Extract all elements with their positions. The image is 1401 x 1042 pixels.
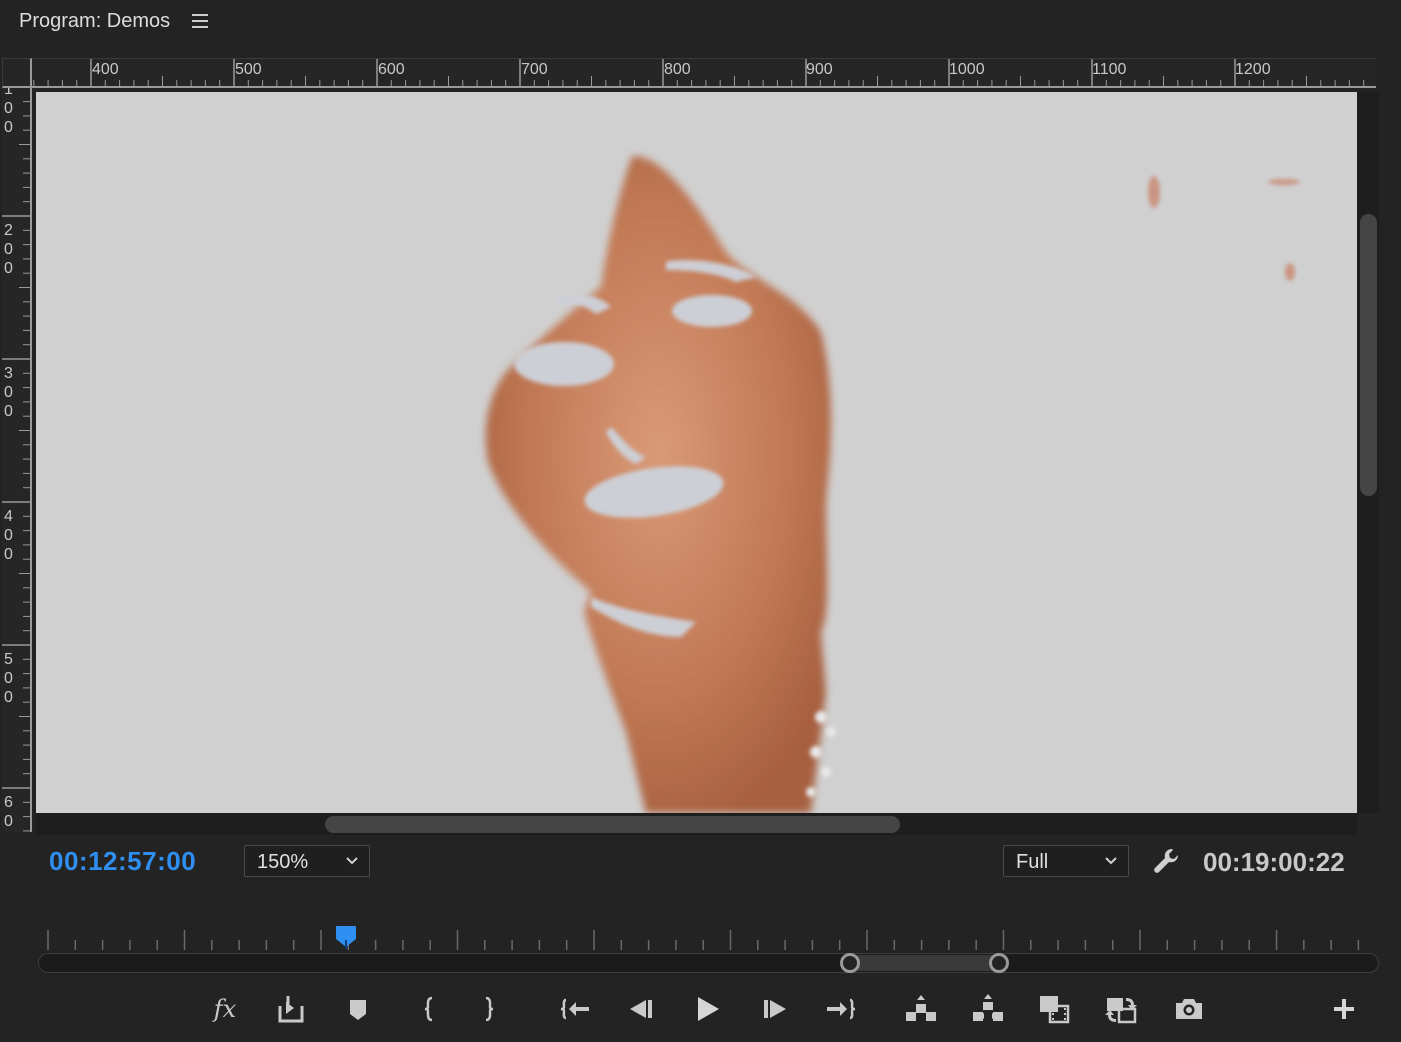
timeline-zoom-range[interactable] — [848, 955, 1000, 971]
ruler-label: 700 — [521, 61, 548, 78]
horizontal-ruler: 400 500 600 700 800 900 1000 1100 1200 — [32, 58, 1376, 88]
play-button[interactable] — [688, 990, 726, 1028]
step-back-icon — [630, 1000, 652, 1018]
ruler-corner — [2, 58, 32, 88]
horizontal-scrollbar-thumb[interactable] — [325, 816, 900, 833]
zoom-handle-right[interactable] — [989, 953, 1009, 973]
go-to-in-button[interactable] — [557, 990, 595, 1028]
mark-in-button[interactable] — [410, 990, 448, 1028]
panel-header: Program: Demos — [0, 0, 1401, 46]
export-icon — [278, 996, 304, 1023]
add-marker-button[interactable] — [339, 990, 377, 1028]
program-monitor-viewer[interactable] — [36, 92, 1357, 813]
effects-fx-button[interactable]: fx — [206, 990, 244, 1028]
comparison-view-button[interactable] — [1035, 990, 1073, 1028]
ruler-label: 4 0 0 — [4, 508, 13, 563]
mark-in-icon — [424, 996, 433, 1022]
comparison-view-icon — [1040, 996, 1070, 1024]
export-frame-lift-button[interactable] — [272, 990, 310, 1028]
ruler-label: 400 — [92, 61, 119, 78]
ruler-label: 900 — [806, 61, 833, 78]
step-forward-icon — [764, 1000, 786, 1018]
ruler-label: 1000 — [949, 61, 985, 78]
proxy-toggle-icon — [1105, 998, 1137, 1024]
plus-icon — [1334, 999, 1354, 1019]
ruler-label: 1100 — [1092, 61, 1127, 78]
timeline-zoom-scrollbar[interactable] — [38, 953, 1379, 973]
export-frame-button[interactable] — [1170, 990, 1208, 1028]
zoom-handle-left[interactable] — [840, 953, 860, 973]
lift-icon — [906, 995, 936, 1021]
chevron-down-icon — [1105, 857, 1117, 865]
extract-button[interactable] — [969, 990, 1007, 1028]
toggle-proxies-button[interactable] — [1102, 990, 1140, 1028]
play-icon — [698, 997, 719, 1021]
ruler-label: 1200 — [1235, 61, 1271, 78]
duration-timecode: 00:19:00:22 — [1203, 847, 1345, 877]
marker-icon — [350, 1000, 366, 1020]
ruler-label: 5 0 0 — [4, 651, 13, 706]
playback-resolution-value: Full — [1016, 851, 1049, 873]
zoom-level-value: 150% — [257, 851, 309, 873]
vertical-ruler-ticks — [2, 101, 30, 832]
ruler-label: 3 0 0 — [4, 365, 13, 420]
mark-out-icon — [485, 996, 494, 1022]
button-editor-button[interactable] — [1325, 990, 1363, 1028]
ruler-label: 1 0 0 — [4, 88, 13, 136]
camera-icon — [1176, 999, 1202, 1019]
chevron-down-icon — [346, 857, 358, 865]
ruler-label: 6 0 — [4, 794, 13, 830]
go-to-out-button[interactable] — [821, 990, 859, 1028]
lift-button[interactable] — [902, 990, 940, 1028]
playhead-marker-icon[interactable] — [335, 925, 357, 949]
current-timecode[interactable]: 00:12:57:00 — [49, 846, 196, 877]
ruler-label: 500 — [235, 61, 262, 78]
panel-title: Program: Demos — [19, 10, 171, 32]
vertical-ruler: 1 0 0 2 0 0 3 0 0 4 0 0 5 0 0 6 0 — [2, 88, 32, 832]
go-to-in-icon — [560, 998, 589, 1020]
video-frame — [36, 92, 1357, 813]
extract-icon — [973, 994, 1003, 1021]
mini-timeline-ruler[interactable] — [40, 926, 1376, 952]
step-forward-button[interactable] — [756, 990, 794, 1028]
mark-out-button[interactable] — [470, 990, 508, 1028]
wrench-icon[interactable] — [1150, 845, 1182, 877]
ruler-label: 600 — [378, 61, 405, 78]
fx-icon: fx — [213, 995, 237, 1023]
step-back-button[interactable] — [622, 990, 660, 1028]
horizontal-ruler-ticks — [33, 59, 1365, 87]
ruler-label: 2 0 0 — [4, 222, 13, 277]
ruler-label: 800 — [664, 61, 691, 78]
vertical-scrollbar-thumb[interactable] — [1360, 214, 1377, 496]
go-to-out-icon — [827, 998, 856, 1020]
zoom-level-select[interactable]: 150% — [244, 845, 370, 877]
playback-resolution-select[interactable]: Full — [1003, 845, 1129, 877]
hamburger-menu-icon[interactable] — [192, 14, 208, 28]
